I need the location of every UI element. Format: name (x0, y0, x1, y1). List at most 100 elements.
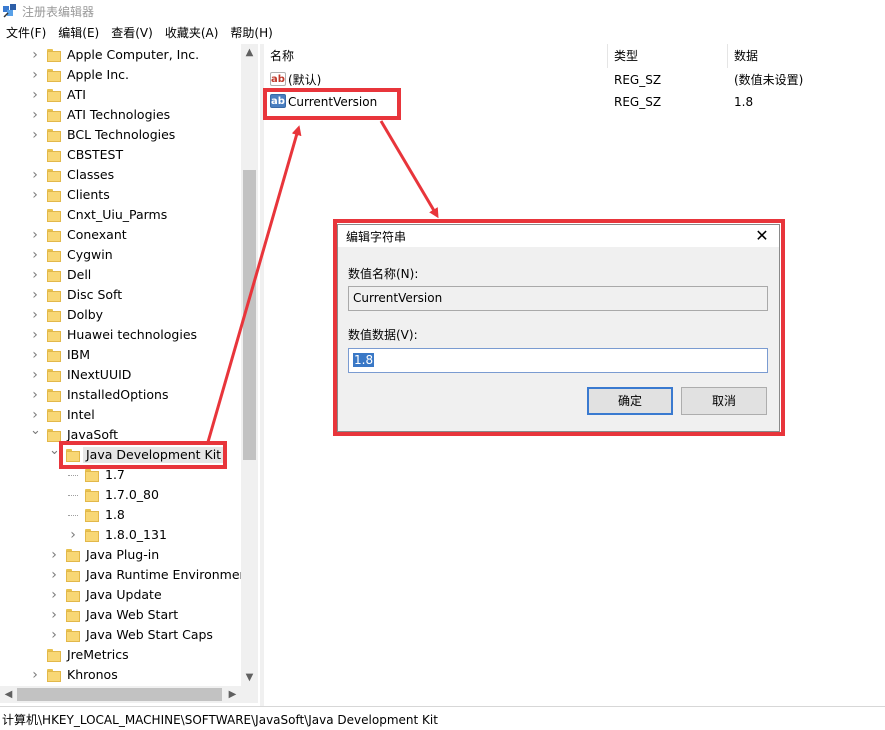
folder-icon (47, 69, 61, 82)
tree-item[interactable]: Cnxt_Uiu_Parms (0, 205, 240, 225)
tree-item[interactable]: Cygwin (0, 245, 240, 265)
registry-editor-window: 注册表编辑器 文件(F) 编辑(E) 查看(V) 收藏夹(A) 帮助(H) Ap… (0, 0, 885, 730)
menu-view[interactable]: 查看(V) (105, 23, 159, 43)
tree-horizontal-scrollbar[interactable]: ◀ ▶ (0, 686, 241, 703)
expand-chevron-right-icon[interactable] (30, 228, 40, 242)
expand-chevron-right-icon[interactable] (30, 248, 40, 262)
expand-chevron-right-icon[interactable] (30, 388, 40, 402)
expand-chevron-right-icon[interactable] (49, 588, 59, 602)
tree-item[interactable]: IBM (0, 345, 240, 365)
tree-item[interactable]: ATI (0, 85, 240, 105)
value-row-default[interactable]: ab (默认) REG_SZ (数值未设置) (264, 69, 885, 91)
tree-item[interactable]: Java Plug-in (0, 545, 240, 565)
tree-item-label: Huawei technologies (67, 327, 198, 342)
tree-item-jdk-version[interactable]: 1.7 (0, 465, 240, 485)
folder-icon (47, 429, 61, 442)
tree-item[interactable]: Dolby (0, 305, 240, 325)
expand-chevron-right-icon[interactable] (30, 328, 40, 342)
tree-vertical-scrollbar[interactable]: ▲ ▼ (241, 44, 258, 686)
tree-item-label: Dolby (67, 307, 104, 322)
column-header-name[interactable]: 名称 (264, 44, 608, 68)
expand-chevron-right-icon[interactable] (30, 48, 40, 62)
tree-item[interactable]: INextUUID (0, 365, 240, 385)
scroll-corner (241, 686, 258, 703)
expand-chevron-right-icon[interactable] (30, 668, 40, 682)
folder-icon (47, 349, 61, 362)
scroll-right-icon[interactable]: ▶ (224, 686, 241, 703)
expand-chevron-down-icon[interactable] (49, 448, 59, 462)
expand-chevron-down-icon[interactable] (30, 428, 40, 442)
expand-chevron-right-icon[interactable] (49, 568, 59, 582)
expand-chevron-right-icon[interactable] (30, 408, 40, 422)
tree-item[interactable]: Khronos (0, 665, 240, 685)
folder-icon (85, 469, 99, 482)
tree-connector (68, 515, 78, 516)
expand-chevron-right-icon[interactable] (30, 68, 40, 82)
expand-chevron-right-icon[interactable] (30, 88, 40, 102)
folder-icon (47, 249, 61, 262)
ok-button[interactable]: 确定 (587, 387, 673, 415)
expand-chevron-right-icon[interactable] (30, 128, 40, 142)
value-name: CurrentVersion (288, 95, 378, 109)
column-header-data[interactable]: 数据 (728, 44, 885, 68)
expand-chevron-right-icon[interactable] (30, 348, 40, 362)
tree-item[interactable]: InstalledOptions (0, 385, 240, 405)
tree-item[interactable]: Classes (0, 165, 240, 185)
tree-item-jdk[interactable]: Java Development Kit (0, 445, 240, 465)
expand-chevron-right-icon[interactable] (30, 108, 40, 122)
expand-chevron-right-icon[interactable] (30, 288, 40, 302)
tree-item-label: Khronos (67, 667, 118, 682)
tree-item-javasoft[interactable]: JavaSoft (0, 425, 240, 445)
close-icon[interactable]: ✕ (753, 225, 771, 247)
tree-item[interactable]: Java Web Start Caps (0, 625, 240, 645)
tree-item-jdk-version[interactable]: 1.8.0_131 (0, 525, 240, 545)
expand-chevron-right-icon[interactable] (30, 308, 40, 322)
scroll-thumb[interactable] (243, 170, 256, 460)
hscroll-thumb[interactable] (17, 688, 222, 701)
value-data-input[interactable]: 1.8 (348, 348, 768, 373)
tree-item[interactable]: Java Update (0, 585, 240, 605)
tree-item[interactable]: CBSTEST (0, 145, 240, 165)
tree-item-jdk-version[interactable]: 1.7.0_80 (0, 485, 240, 505)
tree-item[interactable]: Conexant (0, 225, 240, 245)
menu-favorites[interactable]: 收藏夹(A) (159, 23, 225, 43)
scroll-down-icon[interactable]: ▼ (241, 669, 258, 686)
scroll-up-icon[interactable]: ▲ (241, 44, 258, 61)
tree-item[interactable]: Disc Soft (0, 285, 240, 305)
value-row-currentversion[interactable]: ab CurrentVersion REG_SZ 1.8 (264, 91, 885, 113)
tree-item[interactable]: ATI Technologies (0, 105, 240, 125)
tree-item[interactable]: BCL Technologies (0, 125, 240, 145)
title-bar: 注册表编辑器 (0, 0, 885, 22)
selected-text: 1.8 (353, 353, 375, 367)
menu-file[interactable]: 文件(F) (0, 23, 52, 43)
expand-chevron-right-icon[interactable] (49, 608, 59, 622)
tree-item[interactable]: Java Runtime Environment (0, 565, 252, 585)
folder-icon (47, 169, 61, 182)
tree-item-label: Apple Inc. (67, 67, 130, 82)
folder-icon (66, 569, 80, 582)
tree-item[interactable]: Intel (0, 405, 240, 425)
expand-chevron-right-icon[interactable] (30, 168, 40, 182)
expand-chevron-right-icon[interactable] (30, 368, 40, 382)
cancel-button[interactable]: 取消 (681, 387, 767, 415)
scroll-left-icon[interactable]: ◀ (0, 686, 17, 703)
tree-item[interactable]: Apple Inc. (0, 65, 240, 85)
expand-chevron-right-icon[interactable] (68, 528, 78, 542)
expand-chevron-right-icon[interactable] (49, 628, 59, 642)
tree-item[interactable]: Huawei technologies (0, 325, 240, 345)
tree-item[interactable]: Apple Computer, Inc. (0, 45, 240, 65)
tree-item[interactable]: Dell (0, 265, 240, 285)
tree-item[interactable]: Java Web Start (0, 605, 240, 625)
menu-edit[interactable]: 编辑(E) (52, 23, 105, 43)
tree-item[interactable]: JreMetrics (0, 645, 240, 665)
tree-item[interactable]: Clients (0, 185, 240, 205)
tree-item-label: Java Web Start (86, 607, 179, 622)
expand-chevron-right-icon[interactable] (49, 548, 59, 562)
menu-help[interactable]: 帮助(H) (224, 23, 278, 43)
expand-chevron-right-icon[interactable] (30, 188, 40, 202)
folder-icon (85, 509, 99, 522)
tree-item-label: ATI (67, 87, 86, 102)
column-header-type[interactable]: 类型 (608, 44, 728, 68)
tree-item-jdk-version[interactable]: 1.8 (0, 505, 240, 525)
expand-chevron-right-icon[interactable] (30, 268, 40, 282)
